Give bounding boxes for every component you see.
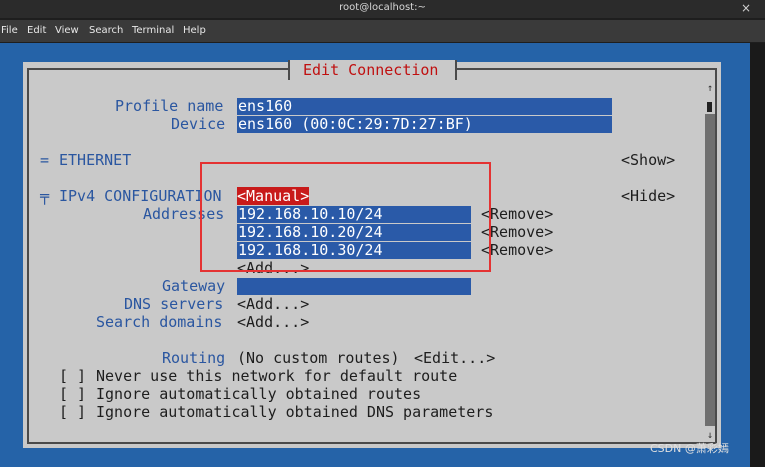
checkbox-label: Never use this network for default route bbox=[96, 367, 458, 385]
profile-name-label: Profile name bbox=[115, 97, 224, 115]
profile-name-field[interactable]: ens160 bbox=[237, 97, 612, 115]
menu-view[interactable]: View bbox=[55, 25, 79, 36]
window-title: root@localhost:~ bbox=[339, 2, 426, 13]
routing-value: (No custom routes) bbox=[237, 349, 400, 367]
dialog-title: Edit Connection bbox=[303, 61, 439, 79]
device-label: Device bbox=[171, 115, 226, 133]
search-domains-label: Search domains bbox=[96, 313, 223, 331]
checkbox[interactable]: [ ] bbox=[59, 403, 86, 421]
profile-name-value: ens160 bbox=[238, 97, 293, 115]
address-remove-button[interactable]: <Remove> bbox=[481, 205, 553, 223]
dns-servers-label: DNS servers bbox=[124, 295, 224, 313]
watermark: CSDN @萧彩嫣 bbox=[650, 442, 729, 455]
address-remove-button[interactable]: <Remove> bbox=[481, 223, 553, 241]
checkbox-label: Ignore automatically obtained routes bbox=[96, 385, 422, 403]
device-value: ens160 (00:0C:29:7D:27:BF) bbox=[238, 115, 473, 133]
menu-edit[interactable]: Edit bbox=[27, 25, 46, 36]
gateway-label: Gateway bbox=[162, 277, 226, 295]
dns-add-button[interactable]: <Add...> bbox=[237, 295, 309, 313]
ipv4-section-label: IPv4 CONFIGURATION bbox=[59, 187, 222, 205]
menu-file[interactable]: File bbox=[1, 25, 18, 36]
checkbox[interactable]: [ ] bbox=[59, 367, 86, 385]
scrollbar-thumb[interactable] bbox=[707, 102, 712, 112]
scrollbar-track[interactable] bbox=[705, 114, 715, 426]
menu-help[interactable]: Help bbox=[183, 25, 206, 36]
checkbox-label: Ignore automatically obtained DNS parame… bbox=[96, 403, 494, 421]
ipv4-marker: ╤ bbox=[40, 187, 50, 205]
menu-terminal[interactable]: Terminal bbox=[132, 25, 174, 36]
ethernet-marker: = bbox=[40, 151, 50, 169]
close-icon[interactable]: × bbox=[741, 1, 751, 15]
gateway-field[interactable] bbox=[237, 278, 471, 295]
routing-label: Routing bbox=[162, 349, 226, 367]
search-domains-add-button[interactable]: <Add...> bbox=[237, 313, 309, 331]
annotation-highlight-box bbox=[200, 162, 491, 272]
menu-bar: File Edit View Search Terminal Help bbox=[0, 20, 765, 42]
menu-search[interactable]: Search bbox=[89, 25, 123, 36]
ethernet-show-button[interactable]: <Show> bbox=[621, 151, 675, 169]
ethernet-section-label: ETHERNET bbox=[59, 151, 132, 169]
routing-edit-button[interactable]: <Edit...> bbox=[414, 349, 495, 367]
scroll-up-icon[interactable]: ↑ bbox=[707, 80, 713, 98]
window-right-edge bbox=[750, 43, 765, 467]
address-remove-button[interactable]: <Remove> bbox=[481, 241, 553, 259]
device-field[interactable]: ens160 (00:0C:29:7D:27:BF) bbox=[237, 115, 612, 133]
window-titlebar: root@localhost:~ × bbox=[0, 0, 765, 18]
checkbox[interactable]: [ ] bbox=[59, 385, 86, 403]
ipv4-hide-button[interactable]: <Hide> bbox=[621, 187, 675, 205]
